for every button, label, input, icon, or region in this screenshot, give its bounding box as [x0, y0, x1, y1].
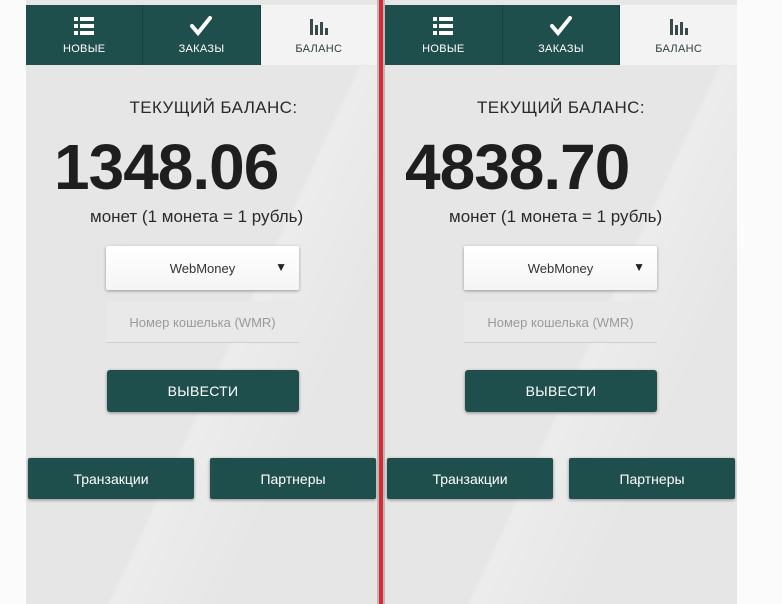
balance-title: ТЕКУЩИЙ БАЛАНС:: [477, 98, 645, 117]
payment-method-value: WebMoney: [527, 260, 594, 276]
list-icon: [74, 17, 95, 35]
withdraw-button[interactable]: ВЫВЕСТИ: [465, 370, 657, 412]
withdraw-button[interactable]: ВЫВЕСТИ: [107, 370, 299, 412]
checkmark-icon: [190, 16, 213, 37]
payment-method-select[interactable]: WebMoney ▼: [106, 246, 299, 290]
tab-orders[interactable]: ЗАКАЗЫ: [143, 5, 261, 65]
list-icon: [433, 17, 454, 35]
tab-label: НОВЫЕ: [62, 43, 106, 55]
tab-bar: НОВЫЕ ЗАКАЗЫ БАЛАНС: [385, 5, 737, 65]
balance-title: ТЕКУЩИЙ БАЛАНС:: [129, 98, 298, 117]
right-background-strip: [737, 0, 782, 604]
tab-balance[interactable]: БАЛАНС: [620, 5, 737, 65]
bar-chart-icon: [309, 19, 328, 35]
tab-new[interactable]: НОВЫЕ: [385, 5, 503, 65]
partners-button[interactable]: Партнеры: [569, 458, 735, 499]
wallet-number-input[interactable]: [464, 301, 657, 343]
tab-label: БАЛАНС: [295, 43, 343, 55]
tab-bar: НОВЫЕ ЗАКАЗЫ БАЛАНС: [26, 5, 377, 65]
wallet-number-input[interactable]: [106, 301, 299, 343]
balance-amount: 1348.06: [54, 131, 279, 203]
tab-orders[interactable]: ЗАКАЗЫ: [502, 5, 621, 65]
left-background-strip: [0, 0, 26, 604]
payment-method-value: WebMoney: [169, 260, 236, 276]
tab-new[interactable]: НОВЫЕ: [26, 5, 144, 65]
phone-screen-right: НОВЫЕ ЗАКАЗЫ БАЛАНС ТЕКУЩИЙ БАЛАНС: 4838…: [385, 0, 737, 604]
bar-chart-icon: [669, 19, 688, 35]
phone-screen-left: НОВЫЕ ЗАКАЗЫ БАЛАНС ТЕКУЩИЙ БАЛАНС: 1348…: [26, 0, 377, 604]
tab-label: НОВЫЕ: [422, 43, 465, 55]
dropdown-arrow-icon: ▼: [633, 260, 645, 274]
tab-label: БАЛАНС: [655, 43, 703, 55]
transactions-button[interactable]: Транзакции: [387, 458, 553, 499]
tab-label: ЗАКАЗЫ: [178, 43, 225, 55]
tab-label: ЗАКАЗЫ: [538, 43, 584, 55]
payment-method-select[interactable]: WebMoney ▼: [464, 246, 657, 290]
red-divider: [377, 0, 385, 604]
balance-amount: 4838.70: [405, 131, 630, 203]
dropdown-arrow-icon: ▼: [275, 260, 287, 274]
tab-balance[interactable]: БАЛАНС: [260, 5, 377, 65]
transactions-button[interactable]: Транзакции: [28, 458, 194, 499]
checkmark-icon: [550, 16, 572, 37]
coins-note: монет (1 монета = 1 рубль): [449, 207, 663, 226]
partners-button[interactable]: Партнеры: [210, 458, 376, 499]
coins-note: монет (1 монета = 1 рубль): [90, 207, 304, 226]
